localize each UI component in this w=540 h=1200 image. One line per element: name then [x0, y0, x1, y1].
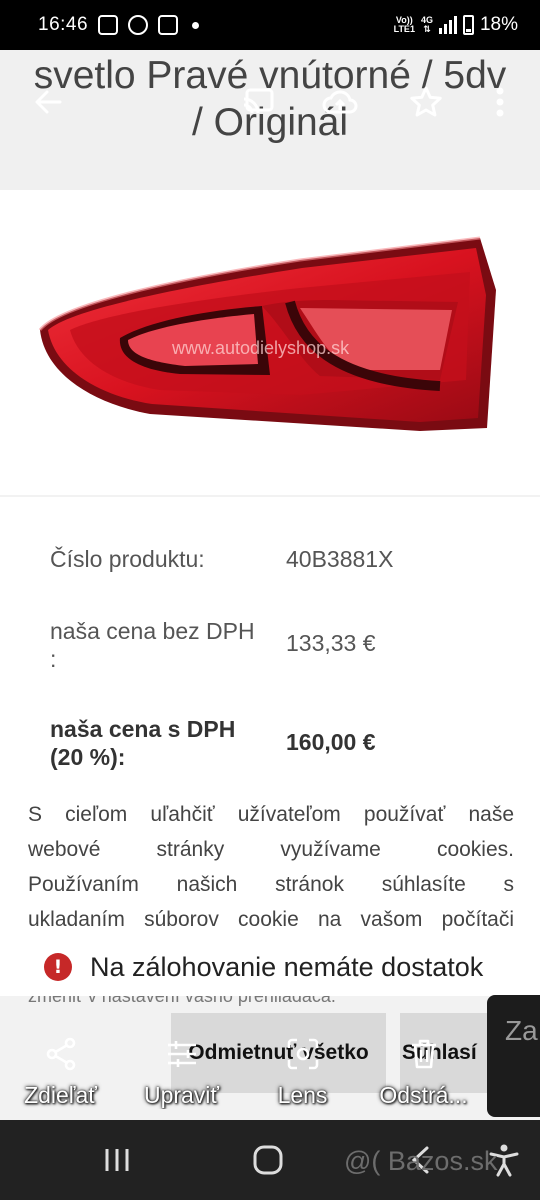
back-arrow-icon[interactable]	[26, 80, 70, 124]
trash-icon	[411, 1039, 436, 1069]
network-type: 4G ⇅	[420, 15, 433, 34]
home-icon[interactable]	[246, 1140, 290, 1180]
price-with-vat-value: 160,00 €	[286, 729, 376, 755]
image-action-toolbar: Zdieľať Upraviť Lens Odstrá...	[0, 1030, 487, 1120]
sliders-icon	[167, 1041, 196, 1067]
share-icon	[46, 1037, 75, 1071]
snackbar-message: Na zálohovanie nemáte dostatok	[90, 951, 484, 982]
status-time: 16:46	[38, 14, 89, 35]
share-button[interactable]: Zdieľať	[0, 1030, 121, 1120]
cloud-upload-icon[interactable]	[318, 80, 362, 124]
battery-icon	[462, 15, 474, 35]
lens-button[interactable]: Lens	[242, 1030, 363, 1120]
delete-button[interactable]: Odstrá...	[363, 1030, 484, 1120]
price-with-vat-label: naša cena s DPH (20 %):	[50, 716, 236, 770]
side-panel-text: Za	[505, 1015, 538, 1046]
signal-icon	[438, 16, 457, 34]
page-header: svetlo Pravé vnútorné / 5dv / Originál	[0, 50, 540, 190]
system-nav-bar: @( Bazos.sk	[0, 1120, 540, 1200]
backup-snackbar: ! Na zálohovanie nemáte dostatok	[0, 938, 540, 996]
cookie-line: Používaním našich stránok súhlasíte s	[28, 873, 514, 896]
error-icon: !	[44, 953, 72, 981]
cookie-line: S cieľom uľahčiť užívateľom používať naš…	[28, 803, 514, 826]
side-panel[interactable]: Za	[487, 995, 540, 1117]
screen: 16:46 Vo)) LTE1 4G ⇅ 18% svetlo Pravé vn…	[0, 0, 540, 1200]
image-watermark: www.autodielyshop.sk	[172, 338, 350, 358]
recents-icon[interactable]	[95, 1140, 139, 1180]
delete-label: Odstrá...	[379, 1082, 468, 1108]
share-label: Zdieľať	[24, 1082, 97, 1108]
cast-icon[interactable]	[236, 80, 280, 124]
cookie-line: ukladaním súborov cookie na vašom počíta…	[28, 908, 514, 931]
shop-icon	[158, 15, 179, 35]
star-icon[interactable]	[404, 80, 448, 124]
product-image[interactable]: www.autodielyshop.sk	[0, 190, 540, 495]
status-bar: 16:46 Vo)) LTE1 4G ⇅ 18%	[0, 0, 540, 50]
facebook-icon	[98, 15, 119, 35]
battery-percent: 18%	[479, 14, 518, 35]
product-number-label: Číslo produktu:	[50, 546, 205, 572]
cookie-line: webové stránky využívame cookies.	[28, 838, 514, 861]
price-without-vat-value: 133,33 €	[286, 630, 376, 656]
messenger-icon	[128, 15, 149, 35]
product-number-value: 40B3881X	[286, 546, 394, 572]
cookie-notice-text: S cieľom uľahčiť užívateľom používať naš…	[28, 797, 514, 937]
lens-icon	[287, 1038, 318, 1070]
price-without-vat-label: naša cena bez DPH :	[50, 618, 255, 672]
more-vert-icon[interactable]	[478, 80, 522, 124]
volte-indicator: Vo)) LTE1	[393, 15, 415, 34]
bazos-watermark: @( Bazos.sk	[344, 1146, 498, 1176]
edit-label: Upraviť	[143, 1082, 220, 1108]
lens-label: Lens	[277, 1082, 328, 1108]
notification-dot-icon	[192, 21, 200, 29]
edit-button[interactable]: Upraviť	[121, 1030, 242, 1120]
product-details: Číslo produktu: 40B3881X naša cena bez D…	[0, 497, 540, 957]
